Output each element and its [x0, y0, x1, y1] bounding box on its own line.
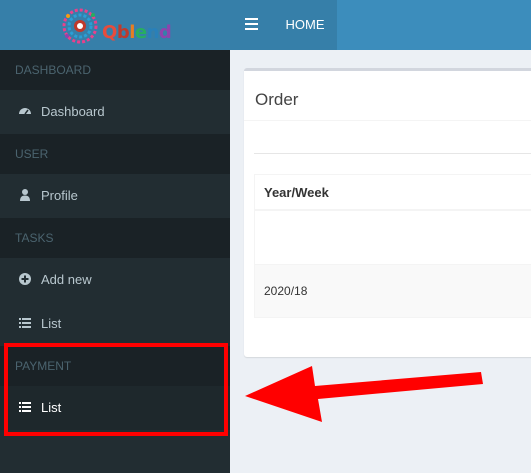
- annotation-arrow-icon: [245, 366, 483, 422]
